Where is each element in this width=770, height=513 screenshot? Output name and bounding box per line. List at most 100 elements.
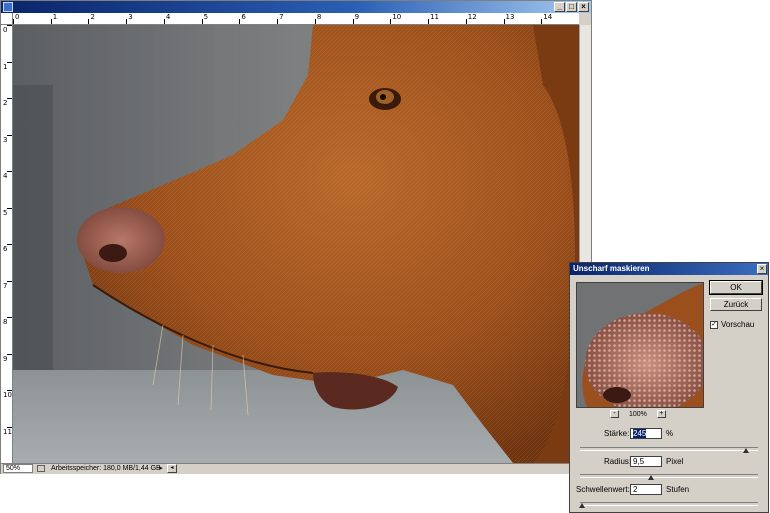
ruler-tick <box>163 19 165 24</box>
radius-unit: Pixel <box>666 457 684 466</box>
ruler-tick <box>7 280 12 282</box>
ruler-tick <box>541 19 543 24</box>
ruler-tick <box>88 19 90 24</box>
ruler-tick <box>7 25 12 26</box>
ruler-tick-label: 9 <box>354 13 360 21</box>
preview-toggle[interactable]: ✓ Vorschau <box>710 320 754 329</box>
ruler-tick <box>7 426 12 428</box>
ruler-tick <box>352 19 354 24</box>
amount-label: Stärke: <box>604 429 630 438</box>
ruler-tick-label: 7 <box>279 13 284 21</box>
ruler-tick <box>314 19 316 24</box>
maximize-button[interactable]: □ <box>566 2 577 12</box>
ruler-tick <box>7 171 12 172</box>
ruler-tick-label: 4 <box>3 172 8 180</box>
ruler-tick-label: 1 <box>3 62 8 71</box>
zoom-out-button[interactable]: - <box>610 410 619 418</box>
ruler-tick <box>465 19 467 24</box>
ruler-tick-label: 11 <box>3 427 12 436</box>
ruler-tick-label: 3 <box>128 13 133 21</box>
threshold-unit: Stufen <box>666 485 690 494</box>
scroll-left-button[interactable]: ◂ <box>167 464 177 473</box>
threshold-slider-thumb[interactable] <box>578 503 585 508</box>
memory-status: Arbeitsspeicher: 180,0 MB/1,44 GB <box>51 465 161 472</box>
ruler-tick-label: 2 <box>3 99 8 107</box>
document-titlebar[interactable]: _ □ × <box>1 1 591 13</box>
ruler-tick <box>7 353 12 355</box>
reset-button[interactable]: Zurück <box>710 298 762 311</box>
threshold-label: Schwellenwert: <box>576 485 630 494</box>
amount-slider-track[interactable] <box>580 447 758 453</box>
ruler-tick <box>13 19 14 24</box>
amount-slider-thumb[interactable] <box>742 448 749 453</box>
ruler-tick <box>7 244 12 245</box>
threshold-field[interactable]: 2 <box>630 484 662 495</box>
ruler-tick-label: 11 <box>430 13 439 21</box>
amount-field[interactable]: 245 <box>630 428 662 439</box>
preview-checkbox-label: Vorschau <box>721 320 755 329</box>
radius-field[interactable]: 9,5 <box>630 456 662 467</box>
dialog-close-button[interactable]: × <box>757 264 767 274</box>
ruler-tick-label: 6 <box>241 13 246 21</box>
close-button[interactable]: × <box>578 2 589 12</box>
ruler-tick-label: 1 <box>52 13 58 21</box>
image-canvas[interactable] <box>13 25 579 463</box>
preview-checkbox[interactable]: ✓ <box>710 320 718 329</box>
ruler-tick <box>428 19 430 24</box>
ruler-tick-label: 4 <box>165 13 171 21</box>
ruler-tick <box>50 19 52 24</box>
ruler-tick <box>503 19 505 24</box>
horizontal-ruler[interactable]: 0 1 2 3 4 5 6 7 8 9 10 11 12 13 14 <box>13 13 579 25</box>
ruler-tick-label: 10 <box>392 13 402 21</box>
amount-value: 245 <box>633 429 647 438</box>
document-info-icon[interactable] <box>37 465 45 472</box>
ruler-tick-label: 2 <box>90 13 95 21</box>
ruler-tick <box>201 19 203 24</box>
ruler-tick-label: 7 <box>3 281 8 290</box>
radius-slider-track[interactable] <box>580 474 758 480</box>
ruler-tick-label: 14 <box>543 13 553 21</box>
ruler-tick-label: 5 <box>203 13 209 21</box>
ruler-tick <box>7 390 12 391</box>
document-window: _ □ × 0 1 2 3 4 5 6 7 8 9 10 11 12 13 14 0 1 2 3 4 5 6 7 8 9 10 1… <box>0 0 592 474</box>
ruler-tick <box>390 19 392 24</box>
ok-button[interactable]: OK <box>710 281 762 294</box>
ruler-tick-label: 6 <box>3 245 8 253</box>
ruler-tick-label: 10 <box>3 391 12 399</box>
ruler-tick <box>7 98 12 99</box>
ruler-tick <box>7 61 12 63</box>
ruler-tick <box>126 19 128 24</box>
ruler-tick-label: 9 <box>3 354 8 363</box>
ruler-tick-label: 8 <box>3 318 8 326</box>
ruler-tick-label: 12 <box>467 13 477 21</box>
window-controls: _ □ × <box>554 2 589 12</box>
photoshop-document-icon <box>3 2 13 12</box>
nose-closeup <box>577 283 703 407</box>
ruler-tick-label: 8 <box>316 13 322 21</box>
ruler-tick-label: 0 <box>15 13 20 21</box>
ruler-tick <box>277 19 279 24</box>
zoom-in-button[interactable]: + <box>656 410 666 418</box>
dialog-title[interactable]: Unscharf maskieren <box>570 263 768 275</box>
ruler-tick-label: 5 <box>3 208 8 217</box>
minimize-button[interactable]: _ <box>554 2 565 12</box>
ruler-tick-label: 0 <box>3 26 8 34</box>
status-menu-arrow-icon[interactable]: ▸ <box>157 464 165 473</box>
preview-image[interactable] <box>576 282 704 408</box>
unsharp-mask-dialog: Unscharf maskieren × OK Zurück ✓ Vorscha… <box>569 262 769 513</box>
dog-photo <box>13 25 579 463</box>
ruler-tick-label: 3 <box>3 135 8 144</box>
threshold-slider-track[interactable] <box>578 502 758 508</box>
amount-unit: % <box>666 429 674 438</box>
status-bar: 50% Arbeitsspeicher: 180,0 MB/1,44 GB ▸ … <box>1 463 591 474</box>
ruler-tick <box>7 134 12 136</box>
ruler-tick <box>7 207 12 209</box>
radius-label: Radius: <box>604 457 632 466</box>
ruler-tick <box>239 19 241 24</box>
vertical-ruler[interactable]: 0 1 2 3 4 5 6 7 8 9 10 11 <box>1 25 13 463</box>
preview-zoom-level: 100% <box>629 410 647 418</box>
radius-slider-thumb[interactable] <box>648 475 655 480</box>
ruler-tick <box>7 317 12 318</box>
zoom-level-field[interactable]: 50% <box>3 464 33 473</box>
ruler-origin[interactable] <box>1 13 13 25</box>
